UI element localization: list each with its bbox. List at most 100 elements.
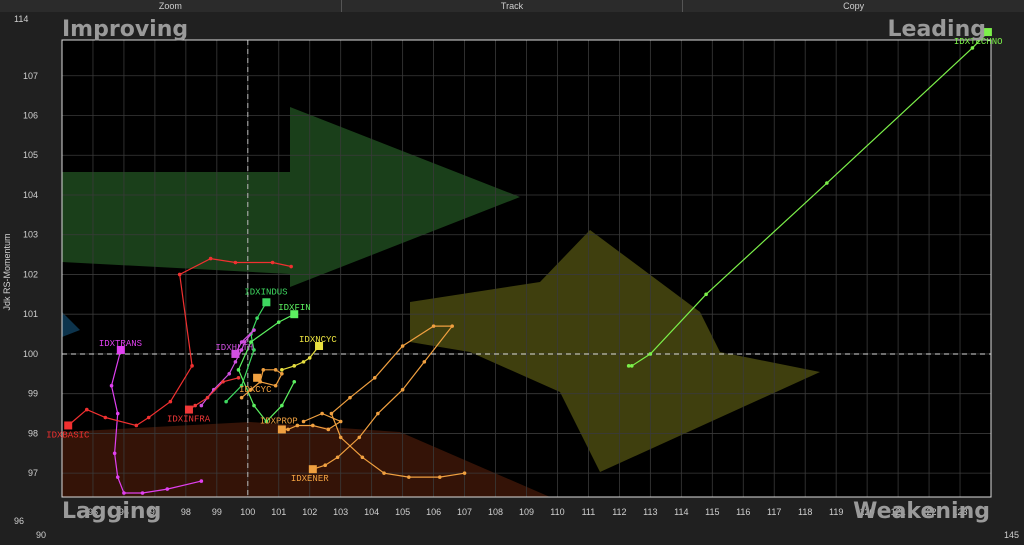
x-tick-label: 105: [395, 507, 410, 517]
series-label: IDXHLTH: [215, 343, 253, 353]
series-point: [276, 320, 281, 324]
series-point: [193, 403, 197, 408]
series-point: [407, 475, 411, 479]
series-point: [190, 364, 194, 368]
series-point: [115, 475, 120, 479]
x-tick-label: 101: [271, 507, 286, 517]
y-axis-bottom-label: 96: [14, 516, 24, 526]
series-point: [165, 487, 170, 491]
y-tick-label: 105: [23, 150, 38, 160]
series-point: [146, 415, 151, 420]
x-tick-label: 119: [829, 507, 843, 517]
series-point: [400, 387, 405, 392]
series-point: [348, 395, 352, 400]
x-tick-label: 100: [240, 507, 255, 517]
zoom-button[interactable]: Zoom: [0, 0, 342, 12]
y-tick-label: 107: [23, 71, 38, 81]
y-tick-label: 103: [23, 230, 38, 240]
y-tick-label: 104: [23, 190, 38, 200]
quadrant-weakening: Weakening: [853, 499, 990, 524]
series-point: [431, 324, 436, 328]
series-head-marker: [64, 421, 73, 430]
series-point: [825, 181, 829, 185]
series-label: IDXBASIC: [46, 430, 90, 440]
series-label: IDXENER: [291, 474, 329, 484]
x-tick-label: 116: [736, 507, 750, 517]
series-point: [255, 316, 259, 320]
x-tick-label: 112: [612, 507, 626, 517]
series-point: [233, 260, 238, 265]
series-label: IDXCYC: [239, 385, 272, 395]
series-point: [140, 491, 145, 495]
series-point: [360, 455, 365, 460]
series-point: [329, 411, 334, 416]
series-point: [422, 360, 427, 364]
series-point: [227, 372, 232, 376]
track-button[interactable]: Track: [342, 0, 684, 12]
series-point: [648, 352, 653, 356]
series-point: [252, 328, 256, 332]
series-point: [273, 383, 278, 388]
x-tick-label: 117: [767, 507, 781, 517]
series-point: [335, 455, 340, 460]
series-point: [280, 403, 284, 408]
series-point: [307, 356, 312, 360]
series-point: [122, 491, 126, 495]
series-point: [103, 415, 108, 420]
series-point: [626, 364, 631, 368]
y-tick-label: 106: [23, 111, 38, 121]
series-point: [109, 383, 114, 388]
series-label: IDXNCYC: [299, 335, 337, 345]
x-tick-label: 114: [674, 507, 688, 517]
series-point: [177, 272, 182, 277]
x-axis-right-label: 145: [1004, 530, 1019, 540]
series-label: IDXPROP: [260, 416, 298, 426]
x-tick-label: 118: [798, 507, 812, 517]
series-label: IDXINDUS: [244, 287, 287, 297]
series-point: [292, 379, 297, 384]
series-point: [462, 471, 467, 475]
x-tick-label: 108: [488, 507, 503, 517]
y-tick-label: 100: [23, 349, 38, 359]
y-tick-label: 99: [28, 389, 38, 399]
x-tick-label: 113: [643, 507, 657, 517]
y-tick-label: 102: [23, 269, 38, 279]
series-point: [199, 479, 204, 483]
quadrant-lagging: Lagging: [62, 499, 161, 524]
series-point: [323, 463, 328, 468]
series-point: [311, 423, 315, 428]
series-point: [221, 379, 225, 384]
series-point: [224, 399, 228, 404]
series-point: [372, 375, 377, 380]
x-tick-label: 115: [705, 507, 719, 517]
series-point: [301, 419, 306, 424]
series-point: [286, 427, 290, 432]
x-tick-label: 111: [582, 507, 596, 517]
series-point: [289, 264, 293, 269]
series-point: [168, 399, 173, 404]
y-tick-label: 101: [23, 309, 38, 319]
series-label: IDXTRANS: [99, 339, 142, 349]
y-axis-top-label: 114: [14, 14, 28, 24]
quadrant-leading: Leading: [888, 17, 986, 42]
series-point: [199, 403, 204, 408]
series-point: [273, 368, 278, 372]
series-point: [261, 368, 266, 372]
copy-button[interactable]: Copy: [683, 0, 1024, 12]
series-point: [437, 475, 442, 479]
series-head-marker: [308, 465, 317, 474]
x-tick-label: 104: [364, 507, 379, 517]
series-point: [236, 368, 241, 372]
series-point: [280, 368, 284, 372]
series-head-marker: [253, 373, 262, 382]
series-point: [301, 360, 306, 364]
x-axis-left-label: 90: [36, 530, 46, 540]
series-head-marker: [277, 425, 286, 434]
series-point: [112, 451, 117, 456]
series-label: IDXINFRA: [167, 415, 211, 425]
series-point: [270, 260, 275, 265]
series-head-marker: [184, 405, 193, 414]
series-head-marker: [262, 298, 271, 307]
series-point: [320, 411, 324, 416]
series-point: [205, 395, 210, 400]
